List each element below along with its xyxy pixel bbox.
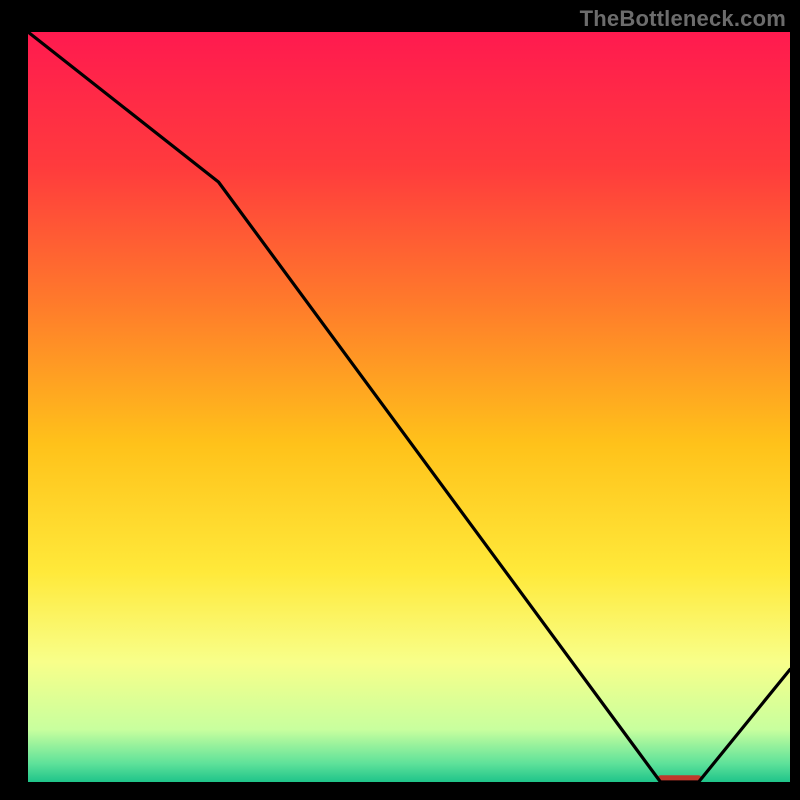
watermark-text: TheBottleneck.com (580, 6, 786, 32)
chart-frame: TheBottleneck.com (0, 0, 800, 800)
gradient-background (28, 32, 790, 782)
chart-svg (28, 32, 790, 782)
plot-area (28, 32, 790, 782)
